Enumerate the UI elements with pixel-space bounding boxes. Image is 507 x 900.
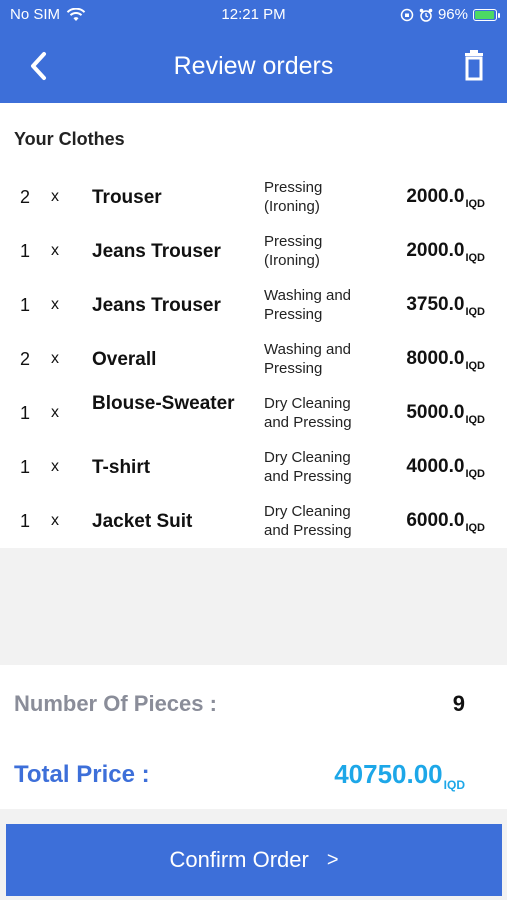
item-qty: 1 [20, 403, 31, 423]
chevron-right-icon: > [326, 848, 339, 871]
item-times: x [51, 188, 59, 205]
item-price: 5000.0IQD [406, 402, 485, 426]
item-qty: 1 [20, 241, 31, 261]
battery-percent: 96% [437, 6, 468, 23]
orientation-lock-icon [400, 8, 414, 21]
total-price-value: 40750.00IQD [334, 759, 465, 792]
item-qty: 2 [20, 187, 31, 207]
item-name: Jeans Trouser [92, 295, 221, 316]
pieces-label: Number Of Pieces : [14, 691, 217, 716]
item-price: 2000.0IQD [406, 186, 485, 210]
item-qty: 1 [20, 511, 31, 531]
item-service: Pressing (Ironing) [264, 233, 323, 269]
item-qty: 1 [20, 295, 31, 315]
order-items-list: 2 x Trouser Pressing (Ironing) 2000.0IQD… [0, 173, 507, 551]
clothes-list-card: Your Clothes 2 x Trouser Pressing (Ironi… [0, 103, 507, 548]
section-title: Your Clothes [14, 129, 125, 149]
item-name: Blouse-Sweater [92, 393, 235, 414]
item-qty: 2 [20, 349, 31, 369]
list-item: 1 x Jacket Suit Dry Cleaning and Pressin… [0, 497, 507, 551]
battery-fill [475, 10, 495, 19]
item-times: x [51, 242, 59, 259]
item-price: 4000.0IQD [406, 456, 485, 480]
item-service: Dry Cleaning and Pressing [264, 449, 352, 485]
confirm-order-label: Confirm Order [169, 847, 309, 872]
trash-icon[interactable] [459, 50, 489, 82]
alarm-icon [419, 8, 433, 22]
page-title: Review orders [173, 52, 334, 80]
item-times: x [51, 458, 59, 475]
order-summary: Number Of Pieces : 9 Total Price : 40750… [0, 665, 507, 809]
item-service: Washing and Pressing [264, 341, 351, 377]
item-service: Dry Cleaning and Pressing [264, 503, 352, 539]
item-service: Pressing (Ironing) [264, 179, 323, 215]
item-name: Jacket Suit [92, 511, 193, 532]
item-times: x [51, 296, 59, 313]
item-times: x [51, 350, 59, 367]
list-item: 1 x Blouse-Sweater Dry Cleaning and Pres… [0, 389, 507, 443]
total-price-label: Total Price : [14, 761, 150, 788]
item-times: x [51, 404, 59, 421]
item-price: 6000.0IQD [406, 510, 485, 534]
list-item: 1 x T-shirt Dry Cleaning and Pressing 40… [0, 443, 507, 497]
item-price: 3750.0IQD [406, 294, 485, 318]
item-times: x [51, 512, 59, 529]
confirm-order-button[interactable]: Confirm Order > [6, 824, 502, 896]
item-name: Overall [92, 349, 157, 370]
nav-bar: Review orders [0, 30, 507, 103]
item-price: 2000.0IQD [406, 240, 485, 264]
item-name: Trouser [92, 187, 162, 208]
item-service: Dry Cleaning and Pressing [264, 395, 352, 431]
list-item: 1 x Jeans Trouser Pressing (Ironing) 200… [0, 227, 507, 281]
pieces-value: 9 [452, 691, 465, 716]
item-service: Washing and Pressing [264, 287, 351, 323]
list-item: 2 x Trouser Pressing (Ironing) 2000.0IQD [0, 173, 507, 227]
status-right: 96% [400, 6, 500, 23]
status-bar: No SIM 12:21 PM 96% [0, 0, 507, 30]
item-name: T-shirt [92, 457, 151, 478]
item-price: 8000.0IQD [406, 348, 485, 372]
battery-icon [473, 8, 500, 21]
list-item: 1 x Jeans Trouser Washing and Pressing 3… [0, 281, 507, 335]
list-item: 2 x Overall Washing and Pressing 8000.0I… [0, 335, 507, 389]
item-name: Jeans Trouser [92, 241, 221, 262]
item-qty: 1 [20, 457, 31, 477]
